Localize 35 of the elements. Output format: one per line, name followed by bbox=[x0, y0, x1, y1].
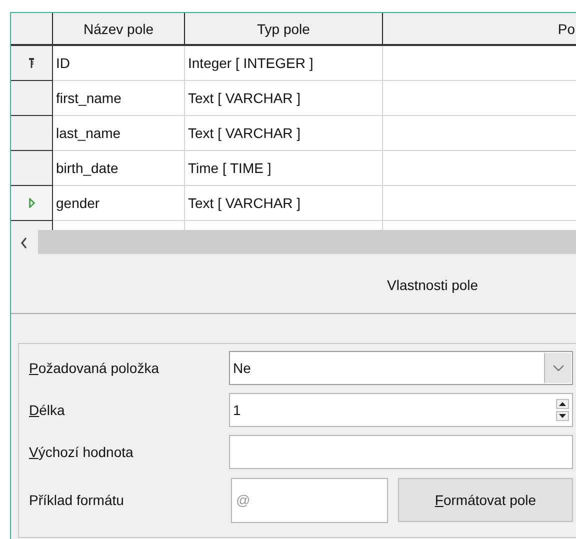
spin-field[interactable]: 1 bbox=[229, 393, 573, 427]
chevron-down-icon bbox=[552, 365, 564, 371]
table-cell: birth_date bbox=[53, 151, 185, 186]
column-header[interactable]: Typ pole bbox=[185, 13, 383, 44]
column-header[interactable]: Název pole bbox=[53, 13, 185, 44]
scroll-left-icon[interactable] bbox=[20, 237, 28, 249]
spin-down-icon[interactable] bbox=[556, 411, 569, 421]
row-header[interactable] bbox=[11, 151, 53, 186]
table-cell: Text [ VARCHAR ] bbox=[185, 186, 383, 221]
section-title: Vlastnosti pole bbox=[387, 276, 478, 292]
spin-up-icon[interactable] bbox=[556, 399, 569, 409]
dropdown[interactable]: Ne bbox=[229, 351, 573, 385]
current-row-icon bbox=[28, 198, 34, 208]
field-label: Požadovaná položka bbox=[29, 360, 159, 376]
row-header[interactable] bbox=[11, 221, 53, 230]
field-label: Příklad formátu bbox=[29, 492, 124, 508]
row-header[interactable] bbox=[11, 46, 53, 81]
format-field-button[interactable]: Formátovat pole bbox=[398, 478, 573, 522]
table-cell: last_name bbox=[53, 116, 185, 151]
table-cell: Time [ TIME ] bbox=[185, 151, 383, 186]
table-cell: first_name bbox=[53, 81, 185, 116]
input-field[interactable] bbox=[229, 435, 573, 469]
key-icon bbox=[28, 57, 35, 69]
row-header[interactable] bbox=[11, 81, 53, 116]
table-cell: Text [ VARCHAR ] bbox=[185, 81, 383, 116]
row-header[interactable] bbox=[11, 116, 53, 151]
table-cell: Text [ VARCHAR ] bbox=[185, 116, 383, 151]
table-cell: gender bbox=[53, 186, 185, 221]
field-label: Výchozí hodnota bbox=[29, 444, 134, 460]
field-label: Délka bbox=[29, 402, 65, 418]
row-header[interactable] bbox=[11, 186, 53, 221]
column-header[interactable]: Po bbox=[383, 13, 576, 44]
table-cell: ID bbox=[53, 46, 185, 81]
table-cell: Integer [ INTEGER ] bbox=[185, 46, 383, 81]
format-example-field: @ bbox=[231, 478, 388, 522]
